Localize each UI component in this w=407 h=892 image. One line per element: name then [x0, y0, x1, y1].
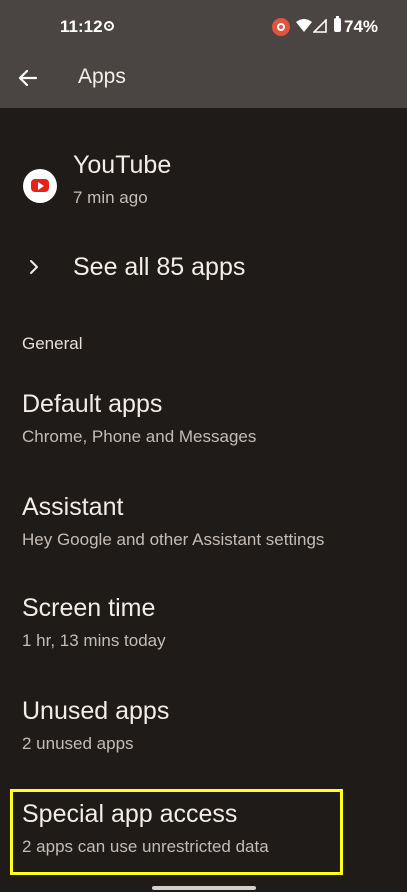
recent-app-name: YouTube: [73, 151, 172, 179]
setting-subtitle: 1 hr, 13 mins today: [22, 631, 166, 650]
top-app-bar: Apps: [0, 52, 407, 108]
screen-record-status-icon: [104, 21, 114, 31]
home-indicator[interactable]: [152, 886, 256, 890]
recent-app-last-used: 7 min ago: [73, 188, 148, 207]
settings-list[interactable]: YouTube 7 min ago See all 85 apps Genera…: [0, 108, 407, 892]
setting-subtitle: Chrome, Phone and Messages: [22, 427, 257, 446]
status-time: 11:12: [60, 17, 103, 36]
battery-icon: [334, 16, 341, 32]
setting-subtitle: Hey Google and other Assistant settings: [22, 530, 325, 549]
status-bar: 11:12 74%: [0, 0, 407, 52]
setting-default-apps[interactable]: Default apps Chrome, Phone and Messages: [0, 390, 407, 480]
setting-subtitle: 2 unused apps: [22, 734, 134, 753]
setting-title: Default apps: [22, 390, 163, 418]
setting-assistant[interactable]: Assistant Hey Google and other Assistant…: [0, 493, 407, 583]
youtube-icon: [23, 169, 57, 203]
setting-title: Unused apps: [22, 697, 170, 725]
battery-percentage: 74%: [344, 17, 379, 36]
see-all-apps-button[interactable]: See all 85 apps: [0, 238, 407, 298]
recent-app-youtube[interactable]: YouTube 7 min ago: [0, 146, 407, 216]
chevron-right-icon: [30, 260, 38, 274]
setting-title: Assistant: [22, 493, 124, 521]
see-all-apps-label: See all 85 apps: [73, 253, 246, 281]
signal-icon: [313, 19, 327, 33]
page-title: Apps: [78, 65, 126, 88]
section-header-general: General: [22, 334, 83, 353]
setting-unused-apps[interactable]: Unused apps 2 unused apps: [0, 697, 407, 787]
highlight-box: [10, 789, 343, 875]
back-arrow-icon[interactable]: [16, 66, 40, 90]
setting-title: Screen time: [22, 594, 156, 622]
recording-indicator-icon: [272, 18, 290, 36]
wifi-icon: [296, 19, 312, 32]
setting-screen-time[interactable]: Screen time 1 hr, 13 mins today: [0, 594, 407, 684]
